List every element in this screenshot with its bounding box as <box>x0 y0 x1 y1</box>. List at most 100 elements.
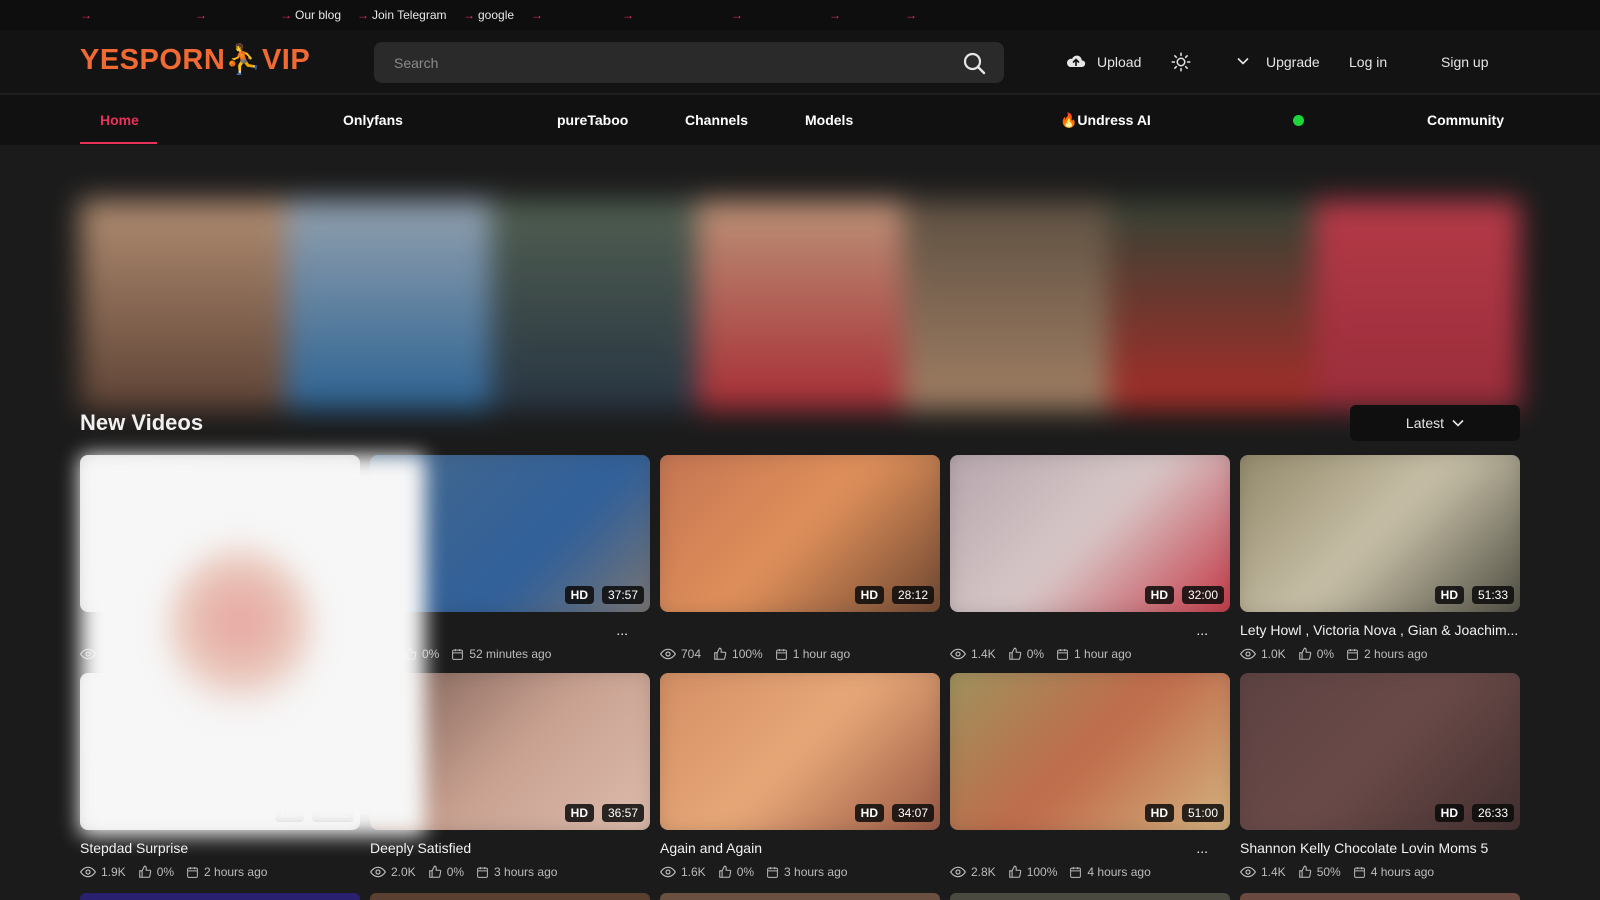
video-meta: 1.4K 50% 4 hours ago <box>1240 865 1520 879</box>
logo-figure-icon: ⛹ <box>225 44 262 76</box>
login-button[interactable]: Log in <box>1349 54 1387 70</box>
chevron-down-icon <box>1452 419 1464 427</box>
date-stat: 52 minutes ago <box>451 647 551 661</box>
hd-badge: HD <box>564 586 594 604</box>
eye-icon <box>370 866 386 878</box>
video-meta: 1.0K 0% 2 hours ago <box>1240 647 1520 661</box>
arrow-icon: → <box>280 8 292 22</box>
sun-icon[interactable] <box>1171 52 1191 72</box>
video-meta: 2.8K 100% 4 hours ago <box>950 865 1230 879</box>
top-link-2[interactable]: → <box>195 8 210 22</box>
views-stat: 1.4K <box>950 647 996 661</box>
eye-icon <box>80 866 96 878</box>
date-stat: 1 hour ago <box>1056 647 1131 661</box>
top-link-google[interactable]: → google <box>463 8 514 22</box>
video-title[interactable]: Again and Again <box>660 840 940 858</box>
video-thumbnail[interactable]: HD 51:33 <box>1240 455 1520 612</box>
video-card[interactable]: HD 32:00... 1.4K 0% 1 hour ago <box>950 455 1230 661</box>
calendar-icon <box>1070 866 1082 878</box>
nav-puretaboo[interactable]: pureTaboo <box>557 112 628 128</box>
upload-age: 4 hours ago <box>1370 865 1435 879</box>
video-card[interactable]: HD 51:33 Lety Howl , Victoria Nova , Gian … <box>1240 455 1520 661</box>
nav-models[interactable]: Models <box>805 112 853 128</box>
calendar-icon <box>477 866 488 878</box>
upload-button[interactable]: Upload <box>1097 54 1141 70</box>
top-link-1[interactable]: → <box>80 8 95 22</box>
hd-badge: HD <box>854 586 884 604</box>
thumbs-up-icon <box>718 865 731 878</box>
top-link-6[interactable]: → <box>531 8 546 22</box>
video-title[interactable]: Deeply Satisfied <box>370 840 650 858</box>
upgrade-button[interactable]: Upgrade <box>1266 54 1320 70</box>
sort-dropdown[interactable]: Latest <box>1350 405 1520 441</box>
video-title[interactable]: Stepdad Surprise <box>80 840 360 858</box>
top-link-blog[interactable]: → Our blog <box>280 8 341 22</box>
site-logo[interactable]: YESPORN⛹VIP <box>80 43 310 77</box>
date-stat: 1 hour ago <box>775 647 850 661</box>
upload-age: 3 hours ago <box>784 865 848 879</box>
hd-badge: HD <box>854 804 884 822</box>
likes-stat: 0% <box>1298 647 1334 661</box>
video-meta: 1.6K 0% 3 hours ago <box>660 865 940 879</box>
duration-badge: 28:12 <box>891 586 934 604</box>
likes-percent: 0% <box>156 865 175 879</box>
active-tab-indicator <box>80 142 157 144</box>
date-stat: 4 hours ago <box>1353 865 1434 879</box>
nav-channels[interactable]: Channels <box>685 112 748 128</box>
chevron-down-icon[interactable] <box>1237 56 1249 66</box>
video-title[interactable] <box>660 622 940 640</box>
video-card[interactable]: HD 26:33 Shannon Kelly Chocolate Lovin Mom… <box>1240 673 1520 879</box>
promo-banner[interactable] <box>80 200 1521 410</box>
duration-badge: 26:33 <box>1471 804 1514 822</box>
top-link-telegram[interactable]: → Join Telegram <box>357 8 446 22</box>
live-status-dot[interactable] <box>1293 115 1304 126</box>
calendar-icon <box>1347 648 1358 660</box>
logo-text-primary: YESPORN <box>80 44 226 76</box>
video-card[interactable]: HD 51:00... 2.8K 100% 4 hours ago <box>950 673 1230 879</box>
views-count: 1.9K <box>101 865 126 879</box>
video-title[interactable]: Lety Howl , Victoria Nova , Gian & Joach… <box>1240 622 1520 640</box>
views-stat: 1.0K <box>1240 647 1286 661</box>
video-title[interactable]: ... <box>950 840 1230 858</box>
likes-percent: 100% <box>732 647 763 661</box>
top-link-10[interactable]: → <box>905 8 920 22</box>
thumbs-up-icon <box>1298 865 1311 878</box>
arrow-icon: → <box>829 8 841 22</box>
nav-onlyfans[interactable]: Onlyfans <box>343 112 403 128</box>
nav-community[interactable]: Community <box>1427 112 1504 128</box>
cloud-upload-icon[interactable] <box>1066 53 1086 71</box>
top-link-9[interactable]: → <box>829 8 844 22</box>
video-thumbnail[interactable]: HD 51:00 <box>950 673 1230 830</box>
section-title: New Videos <box>80 410 204 435</box>
likes-stat: 0% <box>718 865 754 879</box>
arrow-icon: → <box>357 8 369 22</box>
nav-home[interactable]: Home <box>100 112 139 128</box>
search-bar <box>374 42 1004 83</box>
nav-undress-ai[interactable]: 🔥Undress AI <box>1060 112 1151 129</box>
top-link-8[interactable]: → <box>731 8 746 22</box>
upload-age: 3 hours ago <box>494 865 558 879</box>
upload-age: 2 hours ago <box>1364 647 1428 661</box>
duration-badge: 51:00 <box>1181 804 1224 822</box>
top-link-7[interactable]: → <box>622 8 637 22</box>
calendar-icon <box>1057 648 1068 660</box>
search-input[interactable] <box>374 42 934 83</box>
video-card[interactable]: HD 28:12 704 100% 1 hour ago <box>660 455 940 661</box>
video-thumbnail[interactable]: HD 26:33 <box>1240 673 1520 830</box>
search-icon[interactable] <box>962 51 986 75</box>
views-stat: 1.4K <box>1240 865 1286 879</box>
calendar-icon <box>775 648 787 660</box>
signup-button[interactable]: Sign up <box>1441 54 1488 70</box>
video-thumbnail[interactable]: HD 34:07 <box>660 673 940 830</box>
video-title[interactable]: ... <box>950 622 1230 640</box>
upload-age: 2 hours ago <box>204 865 268 879</box>
video-title[interactable]: Shannon Kelly Chocolate Lovin Moms 5 <box>1240 840 1520 858</box>
video-card[interactable]: HD 34:07 Again and Again 1.6K 0% 3 hours ago <box>660 673 940 879</box>
video-thumbnail[interactable]: HD 28:12 <box>660 455 940 612</box>
ad-heart-image <box>165 545 315 715</box>
thumbs-up-icon <box>1008 647 1021 660</box>
top-link-label: Our blog <box>295 8 342 22</box>
views-count: 1.6K <box>681 865 706 879</box>
duration-badge: 37:57 <box>601 586 644 604</box>
video-thumbnail[interactable]: HD 32:00 <box>950 455 1230 612</box>
